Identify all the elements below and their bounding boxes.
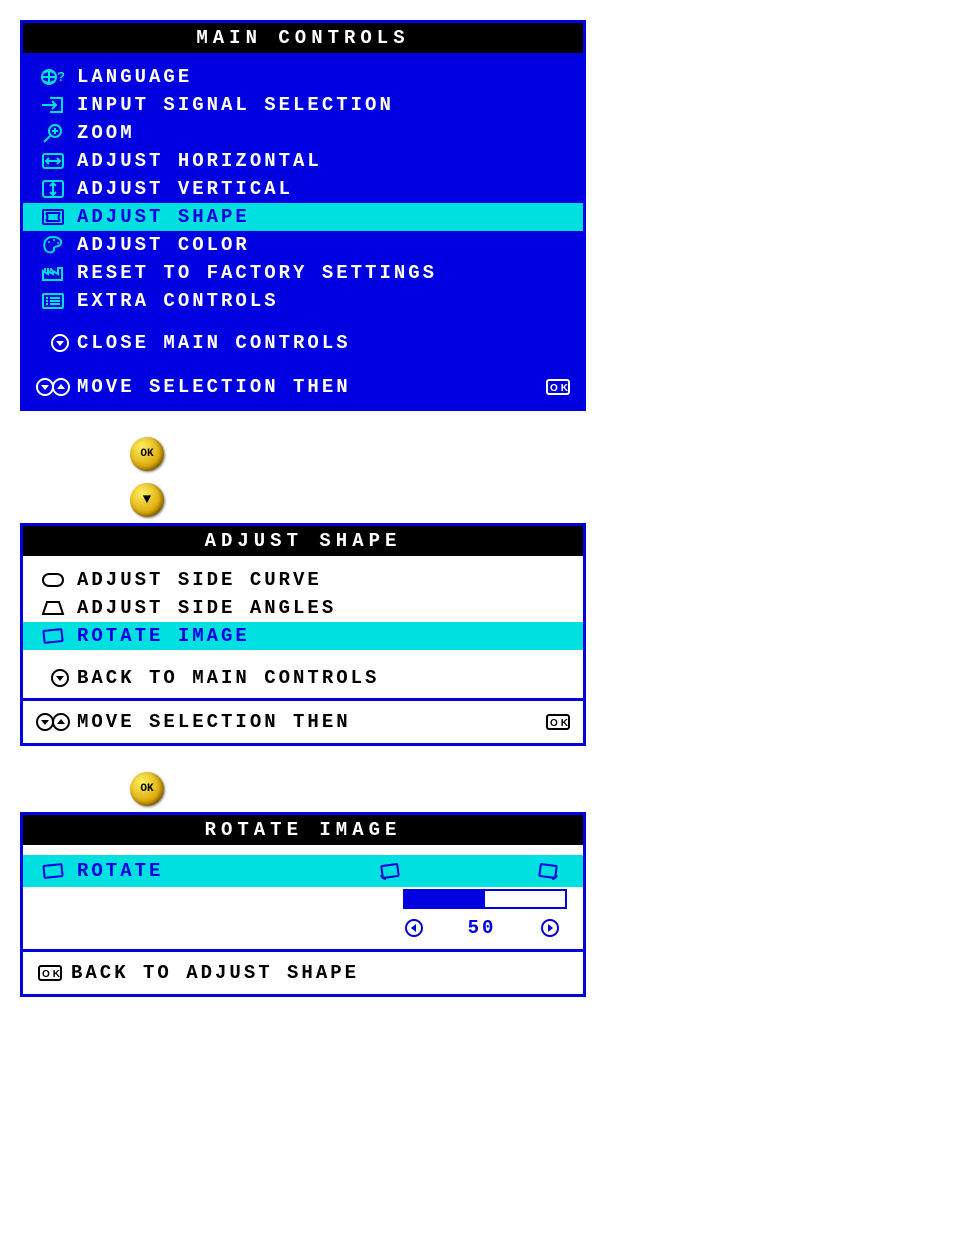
svg-text:OK: OK: [550, 718, 571, 729]
menu-item-label: INPUT SIGNAL SELECTION: [71, 94, 571, 116]
adjust-shape-menu: ADJUST SIDE CURVE ADJUST SIDE ANGLES ROT…: [23, 556, 583, 698]
menu-item-label: ZOOM: [71, 122, 571, 144]
svg-text:?: ?: [57, 69, 66, 84]
knob-label: ▼: [143, 492, 151, 508]
menu-item-label: CLOSE MAIN CONTROLS: [71, 332, 571, 354]
menu-item-side-curve[interactable]: ADJUST SIDE CURVE: [23, 566, 583, 594]
menu-item-label: ADJUST VERTICAL: [71, 178, 571, 200]
knob-label: OK: [140, 783, 153, 795]
menu-item-label: LANGUAGE: [71, 66, 571, 88]
menu-item-adjust-vertical[interactable]: ADJUST VERTICAL: [23, 175, 583, 203]
shape-box-icon: [35, 206, 71, 228]
menu-item-input-signal[interactable]: INPUT SIGNAL SELECTION: [23, 91, 583, 119]
input-arrow-icon: [35, 94, 71, 116]
menu-item-adjust-shape[interactable]: ADJUST SHAPE: [23, 203, 583, 231]
rotate-item-label: ROTATE: [71, 860, 337, 882]
main-controls-footer: MOVE SELECTION THEN OK: [23, 363, 583, 408]
menu-item-label: ADJUST SIDE CURVE: [71, 569, 571, 591]
rotate-value: 50: [427, 917, 537, 939]
rotate-ccw-icon: [377, 860, 403, 882]
list-box-icon: [35, 290, 71, 312]
menu-item-close[interactable]: CLOSE MAIN CONTROLS: [23, 329, 583, 357]
rotate-slider[interactable]: [403, 889, 567, 909]
main-controls-title: MAIN CONTROLS: [23, 23, 583, 53]
rotate-image-footer: OK BACK TO ADJUST SHAPE: [23, 949, 583, 994]
menu-item-adjust-color[interactable]: ADJUST COLOR: [23, 231, 583, 259]
menu-item-extra-controls[interactable]: EXTRA CONTROLS: [23, 287, 583, 315]
adjust-shape-title: ADJUST SHAPE: [23, 526, 583, 556]
footer-label: MOVE SELECTION THEN: [71, 376, 545, 398]
rotate-slider-fill: [405, 891, 485, 907]
ok-box-icon: OK: [545, 377, 571, 397]
rotate-slider-row: [23, 887, 583, 917]
trapezoid-icon: [35, 597, 71, 619]
rotate-item[interactable]: ROTATE: [23, 855, 583, 887]
palette-icon: [35, 234, 71, 256]
up-down-circles-icon: [35, 376, 71, 398]
main-controls-menu: ? LANGUAGE INPUT SIGNAL SELECTION ZOOM A…: [23, 53, 583, 363]
right-circle-icon[interactable]: [537, 917, 563, 939]
magnifier-plus-icon: [35, 122, 71, 144]
arrows-v-box-icon: [35, 178, 71, 200]
menu-item-label: RESET TO FACTORY SETTINGS: [71, 262, 571, 284]
down-circle-icon: [35, 332, 71, 354]
ok-knob-button[interactable]: OK: [130, 772, 164, 806]
menu-item-adjust-horizontal[interactable]: ADJUST HORIZONTAL: [23, 147, 583, 175]
menu-item-label: ADJUST HORIZONTAL: [71, 150, 571, 172]
menu-item-label: ROTATE IMAGE: [71, 625, 571, 647]
factory-icon: [35, 262, 71, 284]
footer-label: MOVE SELECTION THEN: [71, 711, 545, 733]
ok-box-icon: OK: [545, 712, 571, 732]
ok-box-icon: OK: [35, 963, 65, 983]
adjust-shape-panel: ADJUST SHAPE ADJUST SIDE CURVE ADJUST SI…: [20, 523, 586, 746]
oval-icon: [35, 569, 71, 591]
footer-label: BACK TO ADJUST SHAPE: [65, 962, 571, 984]
globe-question-icon: ?: [35, 66, 71, 88]
rotate-image-panel: ROTATE IMAGE ROTATE: [20, 812, 586, 997]
ok-knob-button[interactable]: OK: [130, 437, 164, 471]
knob-label: OK: [140, 448, 153, 460]
rotate-cw-icon: [535, 860, 561, 882]
menu-item-zoom[interactable]: ZOOM: [23, 119, 583, 147]
left-circle-icon[interactable]: [401, 917, 427, 939]
menu-item-side-angles[interactable]: ADJUST SIDE ANGLES: [23, 594, 583, 622]
knob-ok-row: OK: [20, 431, 954, 477]
adjust-shape-footer: MOVE SELECTION THEN OK: [23, 698, 583, 743]
svg-text:OK: OK: [550, 383, 571, 394]
rotate-image-title: ROTATE IMAGE: [23, 815, 583, 845]
tilt-box-icon: [35, 860, 71, 882]
down-circle-icon: [35, 667, 71, 689]
menu-item-label: ADJUST SIDE ANGLES: [71, 597, 571, 619]
menu-item-rotate-image[interactable]: ROTATE IMAGE: [23, 622, 583, 650]
menu-item-label: ADJUST COLOR: [71, 234, 571, 256]
knob-down-row: ▼: [20, 477, 954, 523]
up-down-circles-icon: [35, 711, 71, 733]
menu-item-language[interactable]: ? LANGUAGE: [23, 63, 583, 91]
rotate-image-body: ROTATE 50: [23, 845, 583, 949]
menu-item-label: BACK TO MAIN CONTROLS: [71, 667, 571, 689]
down-knob-button[interactable]: ▼: [130, 483, 164, 517]
rotate-value-row: 50: [23, 917, 583, 949]
menu-item-label: ADJUST SHAPE: [71, 206, 571, 228]
menu-item-label: EXTRA CONTROLS: [71, 290, 571, 312]
menu-item-reset-factory[interactable]: RESET TO FACTORY SETTINGS: [23, 259, 583, 287]
knob-ok-row-2: OK: [20, 766, 954, 812]
tilt-box-icon: [35, 625, 71, 647]
arrows-h-box-icon: [35, 150, 71, 172]
svg-text:OK: OK: [42, 969, 63, 980]
main-controls-panel: MAIN CONTROLS ? LANGUAGE INPUT SIGNAL SE…: [20, 20, 586, 411]
menu-item-back-main[interactable]: BACK TO MAIN CONTROLS: [23, 664, 583, 692]
